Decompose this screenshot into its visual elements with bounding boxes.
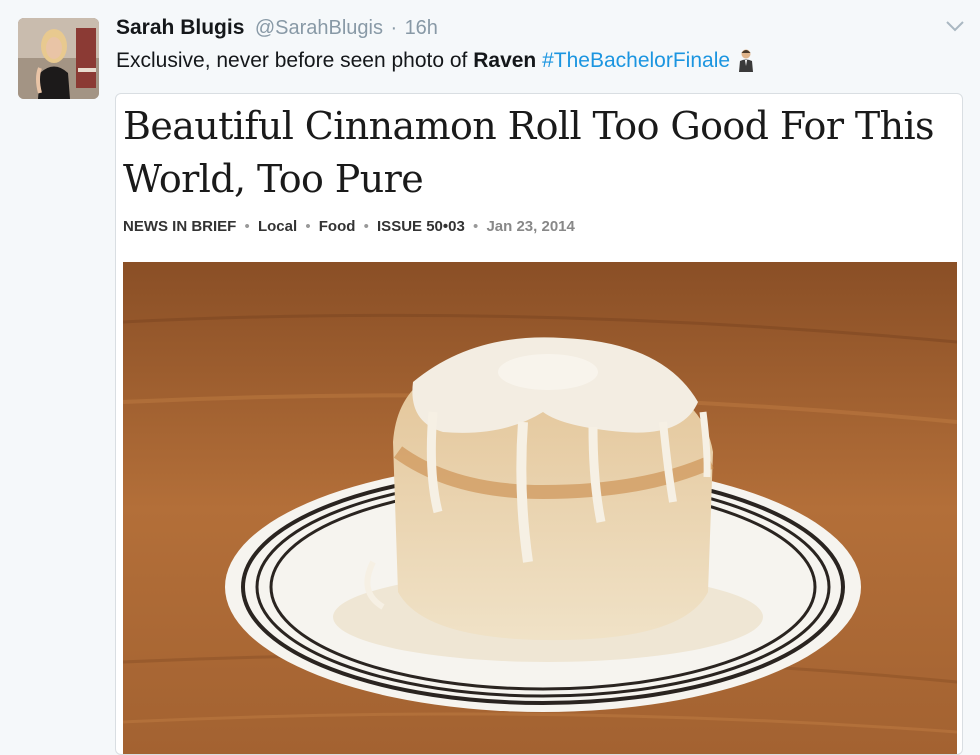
header-separator: ·	[390, 17, 398, 39]
chevron-down-icon[interactable]	[944, 18, 966, 34]
meta-separator: •	[473, 218, 479, 235]
tweet-text-plain: Exclusive, never before seen photo of	[116, 49, 474, 72]
cinnamon-roll-photo-icon[interactable]	[123, 262, 957, 754]
meta-date: Jan 23, 2014	[486, 218, 575, 235]
hashtag-link[interactable]: #TheBachelorFinale	[542, 49, 730, 73]
article-headline[interactable]: Beautiful Cinnamon Roll Too Good For Thi…	[123, 100, 953, 206]
meta-separator: •	[305, 218, 311, 235]
meta-tag-food[interactable]: Food	[319, 218, 356, 235]
tweet-header: Sarah Blugis @SarahBlugis · 16h	[116, 16, 438, 46]
avatar[interactable]	[18, 18, 99, 99]
tweet-text: Exclusive, never before seen photo of Ra…	[116, 48, 756, 74]
meta-separator: •	[363, 218, 369, 235]
person-in-suit-emoji-icon	[739, 49, 754, 72]
article-meta: NEWS IN BRIEF • Local • Food • ISSUE 50•…	[123, 218, 575, 235]
meta-tag-local[interactable]: Local	[258, 218, 297, 235]
user-handle[interactable]: @SarahBlugis	[255, 17, 383, 39]
link-card[interactable]: Beautiful Cinnamon Roll Too Good For Thi…	[115, 93, 963, 755]
meta-tag-issue[interactable]: ISSUE 50•03	[377, 218, 465, 235]
tweet: Sarah Blugis @SarahBlugis · 16h Exclusiv…	[0, 0, 980, 755]
meta-separator: •	[244, 218, 250, 235]
avatar-image	[18, 18, 99, 99]
tweet-text-bold: Raven	[473, 49, 537, 72]
meta-section[interactable]: NEWS IN BRIEF	[123, 218, 236, 235]
tweet-timestamp[interactable]: 16h	[405, 17, 438, 39]
user-name[interactable]: Sarah Blugis	[116, 16, 244, 39]
